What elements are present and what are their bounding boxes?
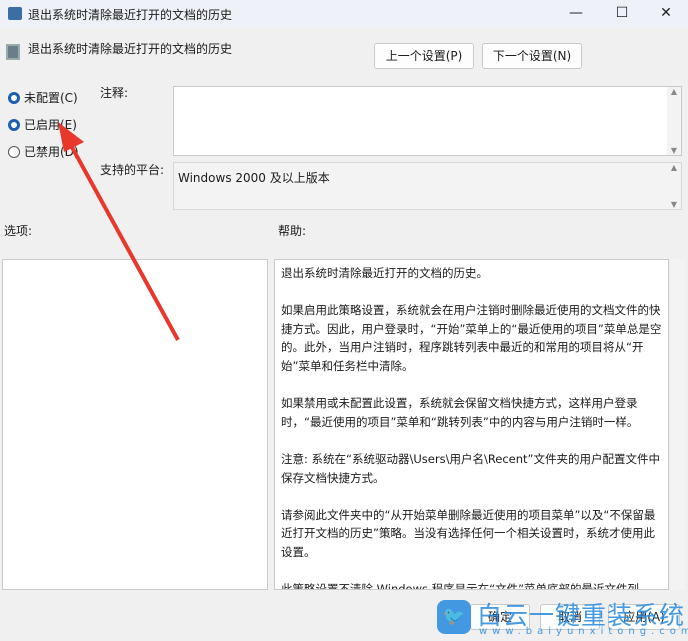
red-arrow-annotation [58,122,180,341]
arrow-shaft [66,139,180,341]
bird-logo-icon: 🐦 [437,600,471,634]
watermark: 🐦 白云一键重装系统 www.baiyunxitong.com [437,598,688,641]
watermark-url: www.baiyunxitong.com [479,626,688,637]
arrow-head [58,122,84,152]
